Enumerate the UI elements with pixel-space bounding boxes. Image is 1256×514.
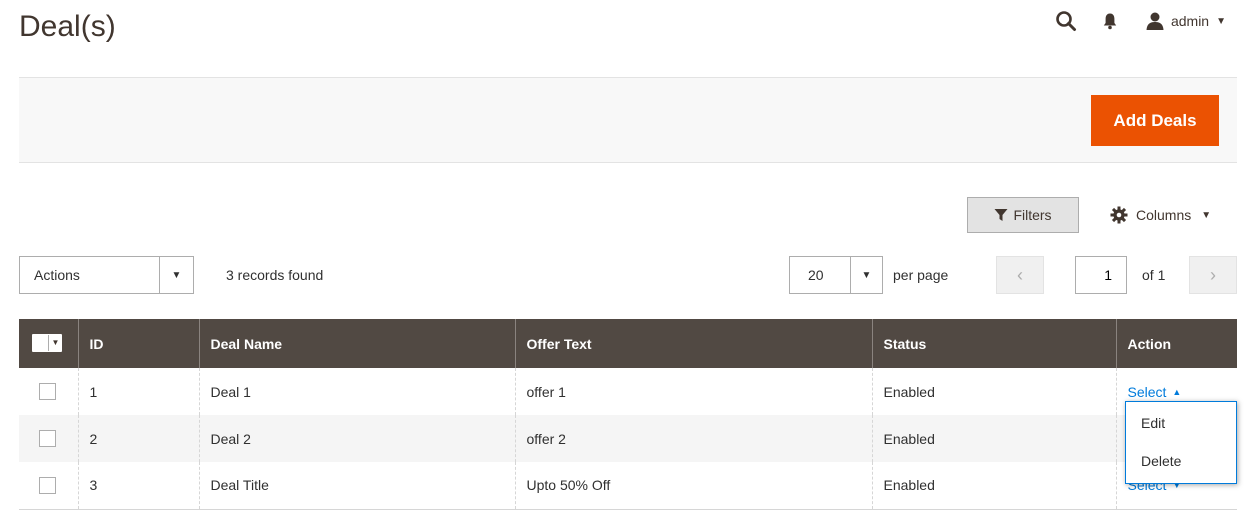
cell-id: 2: [77, 415, 199, 462]
total-pages-label: of 1: [1142, 267, 1166, 283]
mass-actions-label: Actions: [34, 267, 80, 283]
per-page-select[interactable]: 20 ▼: [789, 256, 883, 294]
cell-status: Enabled: [871, 368, 1116, 415]
column-header-deal-name[interactable]: Deal Name: [198, 319, 515, 368]
cell-id: 1: [77, 368, 199, 415]
row-action-select[interactable]: Select ▲: [1128, 384, 1182, 400]
row-select-cell: [19, 462, 78, 510]
row-checkbox[interactable]: [39, 477, 56, 495]
chevron-down-icon: ▼: [850, 257, 882, 293]
table-row: 2 Deal 2 offer 2 Enabled: [19, 415, 1237, 462]
row-action-menu: Edit Delete: [1125, 401, 1237, 484]
mass-select-header[interactable]: ▼: [19, 319, 78, 368]
row-checkbox[interactable]: [39, 430, 56, 448]
row-checkbox[interactable]: [39, 383, 56, 401]
select-all-checkbox[interactable]: [32, 334, 48, 351]
table-row: 1 Deal 1 offer 1 Enabled Select ▲: [19, 368, 1237, 415]
cell-offer-text: offer 2: [514, 415, 872, 462]
chevron-up-icon: ▲: [1172, 386, 1182, 397]
column-header-status[interactable]: Status: [871, 319, 1116, 368]
gear-icon: [1110, 206, 1128, 224]
cell-status: Enabled: [871, 462, 1116, 510]
records-found: 3 records found: [226, 267, 324, 283]
mass-select-dropdown[interactable]: ▼: [32, 333, 62, 352]
chevron-down-icon: ▼: [1216, 15, 1226, 27]
deals-grid: ▼ ID Deal Name Offer Text Status Action …: [19, 319, 1237, 510]
user-label: admin: [1170, 13, 1210, 29]
search-icon[interactable]: [1053, 8, 1079, 34]
next-page-button[interactable]: ›: [1189, 256, 1237, 294]
previous-page-button[interactable]: ‹: [996, 256, 1044, 294]
grid-header-row: ▼ ID Deal Name Offer Text Status Action: [19, 319, 1237, 368]
column-header-action: Action: [1115, 319, 1237, 368]
row-action-label: Select: [1127, 383, 1167, 400]
per-page-label: per page: [893, 267, 949, 283]
cell-offer-text: Upto 50% Off: [514, 462, 872, 510]
page-actions-bar: Add Deals: [19, 77, 1237, 163]
cell-deal-name: Deal 1: [198, 368, 515, 415]
chevron-down-icon: ▼: [1201, 209, 1212, 221]
table-row: 3 Deal Title Upto 50% Off Enabled Select…: [19, 462, 1237, 510]
cell-status: Enabled: [871, 415, 1116, 462]
filters-label: Filters: [1013, 207, 1052, 223]
column-header-id[interactable]: ID: [77, 319, 199, 368]
chevron-down-icon: ▼: [48, 334, 62, 351]
admin-user-menu[interactable]: admin ▼: [1145, 12, 1226, 30]
per-page-value: 20: [808, 267, 824, 283]
admin-bar: admin ▼: [1035, 8, 1226, 34]
mass-actions-dropdown[interactable]: Actions ▼: [19, 256, 194, 294]
cell-deal-name: Deal 2: [198, 415, 515, 462]
chevron-down-icon: ▼: [159, 257, 193, 293]
cell-offer-text: offer 1: [514, 368, 872, 415]
user-icon: [1146, 12, 1164, 30]
row-select-cell: [19, 415, 78, 462]
column-header-offer-text[interactable]: Offer Text: [514, 319, 872, 368]
chevron-left-icon: ‹: [1017, 264, 1023, 285]
columns-button[interactable]: Columns ▼: [1110, 197, 1211, 233]
filters-button[interactable]: Filters: [967, 197, 1079, 233]
cell-deal-name: Deal Title: [198, 462, 515, 510]
row-select-cell: [19, 368, 78, 415]
menu-item-delete[interactable]: Delete: [1126, 442, 1236, 480]
add-deals-button[interactable]: Add Deals: [1091, 95, 1219, 146]
cell-id: 3: [77, 462, 199, 510]
current-page-input[interactable]: [1075, 256, 1127, 294]
columns-label: Columns: [1136, 207, 1192, 223]
menu-item-edit[interactable]: Edit: [1126, 404, 1236, 442]
funnel-icon: [994, 209, 1008, 221]
page-title: Deal(s): [19, 10, 116, 43]
bell-icon[interactable]: [1097, 8, 1123, 34]
chevron-right-icon: ›: [1210, 264, 1216, 285]
